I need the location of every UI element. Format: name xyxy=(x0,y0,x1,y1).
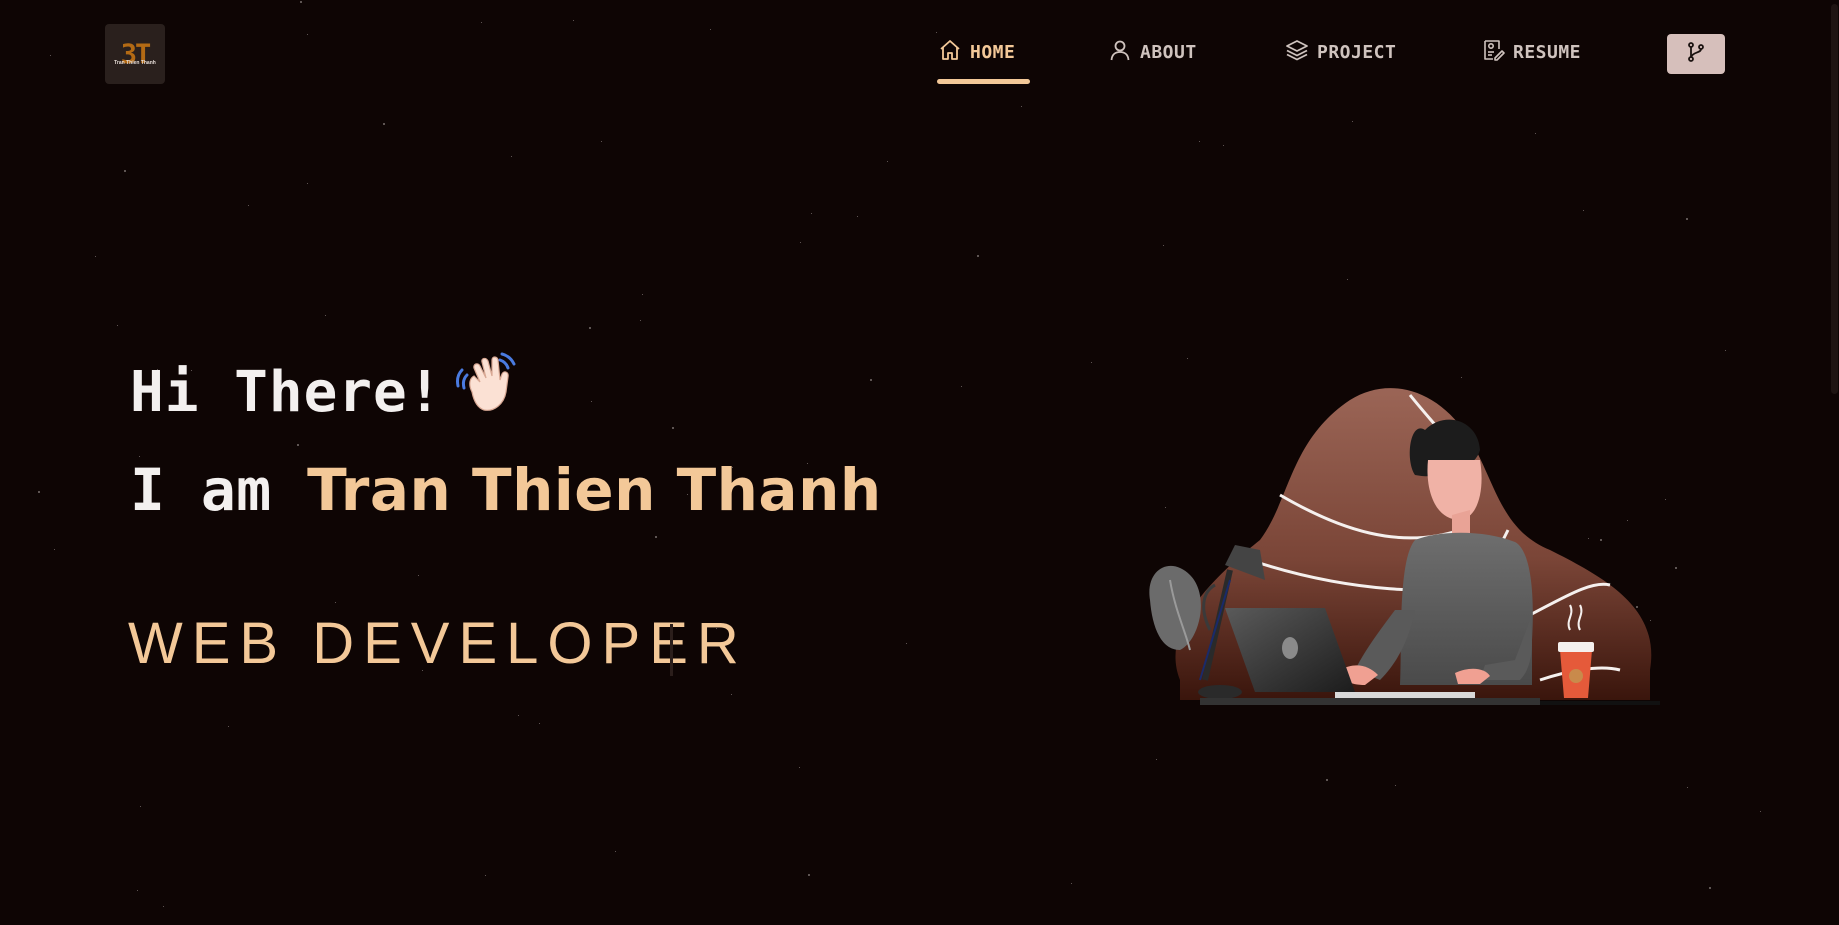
nav-label-resume: RESUME xyxy=(1513,41,1582,63)
star xyxy=(383,123,385,125)
home-icon xyxy=(938,38,962,67)
star xyxy=(124,170,126,172)
star xyxy=(799,767,801,769)
star xyxy=(95,256,97,258)
user-icon xyxy=(1108,38,1132,67)
star xyxy=(140,806,142,808)
nav-label-about: ABOUT xyxy=(1140,41,1197,63)
star xyxy=(906,643,908,645)
star xyxy=(297,444,299,446)
developer-illustration xyxy=(1149,388,1660,705)
hero-greeting: Hi There! xyxy=(130,352,522,432)
typewriter-cursor xyxy=(670,624,673,676)
star xyxy=(300,1,302,3)
star xyxy=(1163,245,1165,247)
star xyxy=(591,401,593,403)
star xyxy=(961,386,963,388)
star xyxy=(307,34,309,36)
star xyxy=(1071,883,1073,885)
star xyxy=(228,726,230,728)
star xyxy=(307,183,309,185)
star xyxy=(573,20,575,22)
git-fork-icon xyxy=(1684,40,1708,68)
portfolio-page: 3T Tran Thien Thanh HOME ABOUT PROJECT R… xyxy=(0,0,1839,925)
star xyxy=(418,575,420,577)
waving-hand-icon xyxy=(442,352,522,432)
star xyxy=(1725,350,1727,352)
star xyxy=(710,29,712,31)
star xyxy=(977,255,979,257)
star xyxy=(642,294,644,296)
star xyxy=(1709,887,1711,889)
site-logo[interactable]: 3T Tran Thien Thanh xyxy=(105,24,165,84)
resume-icon xyxy=(1481,38,1505,67)
star xyxy=(808,874,810,876)
star xyxy=(1395,785,1397,787)
star xyxy=(857,216,859,218)
star xyxy=(38,491,40,493)
star xyxy=(511,156,513,158)
star xyxy=(481,22,483,24)
nav-item-project[interactable]: PROJECT xyxy=(1285,38,1396,66)
star xyxy=(601,141,603,143)
star xyxy=(1686,218,1688,220)
star xyxy=(1187,358,1189,360)
star xyxy=(615,851,617,853)
star xyxy=(539,723,541,725)
star xyxy=(1326,779,1328,781)
star xyxy=(731,694,733,696)
hero-role: WEB DEVELOPER xyxy=(128,611,748,676)
page-scrollbar[interactable] xyxy=(1829,0,1839,925)
nav-item-resume[interactable]: RESUME xyxy=(1481,38,1581,66)
star xyxy=(672,427,674,429)
greeting-text: Hi There! xyxy=(130,359,443,425)
logo-subtitle: Tran Thien Thanh xyxy=(114,60,156,66)
star xyxy=(54,549,56,551)
star xyxy=(1461,377,1463,379)
nav-item-home[interactable]: HOME xyxy=(937,38,1030,84)
star xyxy=(655,536,657,538)
star xyxy=(325,315,327,317)
star xyxy=(1199,141,1201,143)
github-fork-button[interactable] xyxy=(1667,34,1725,74)
name-prefix: I am xyxy=(130,456,308,524)
star xyxy=(887,161,889,163)
star xyxy=(1687,787,1689,789)
star xyxy=(589,327,591,329)
star xyxy=(936,32,938,34)
star xyxy=(1583,210,1585,212)
hero-name-line: I am Tran Thien Thanh xyxy=(130,456,882,524)
hero-name: Tran Thien Thanh xyxy=(307,456,882,524)
star xyxy=(163,906,165,908)
star xyxy=(518,715,520,717)
star xyxy=(870,379,872,381)
star xyxy=(800,242,802,244)
star xyxy=(117,325,119,327)
nav-label-home: HOME xyxy=(970,41,1016,63)
star xyxy=(1223,145,1225,147)
star xyxy=(1156,759,1158,761)
active-nav-indicator xyxy=(937,79,1030,84)
star xyxy=(811,213,813,215)
star xyxy=(137,890,139,892)
scrollbar-thumb[interactable] xyxy=(1831,4,1838,394)
star xyxy=(1760,811,1762,813)
star xyxy=(248,205,250,207)
nav-item-about[interactable]: ABOUT xyxy=(1108,38,1197,66)
star xyxy=(1021,106,1023,108)
star xyxy=(1535,133,1537,135)
star xyxy=(485,875,487,877)
star xyxy=(335,602,337,604)
star xyxy=(50,55,52,57)
star xyxy=(640,320,642,322)
star xyxy=(1091,362,1093,364)
layers-icon xyxy=(1285,38,1309,67)
nav-label-project: PROJECT xyxy=(1317,41,1397,63)
star xyxy=(1347,279,1349,281)
star xyxy=(1352,121,1354,123)
